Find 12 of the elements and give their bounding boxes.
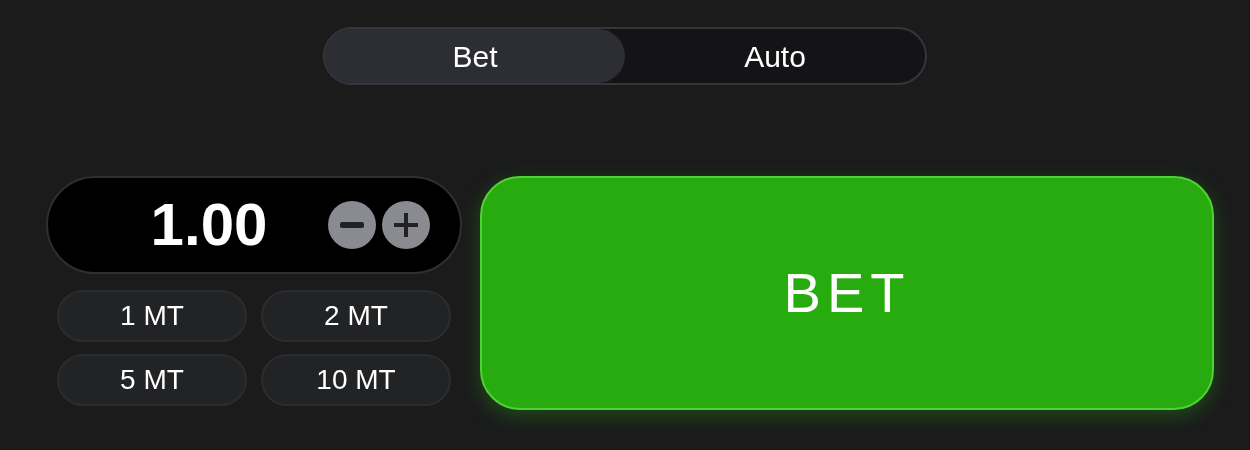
quick-amount-button[interactable]: 1 MT [57, 290, 247, 342]
minus-button[interactable] [328, 201, 376, 249]
quick-amount-button[interactable]: 2 MT [261, 290, 451, 342]
plus-icon [394, 213, 418, 237]
minus-icon [340, 222, 364, 228]
mode-tab[interactable]: Bet [325, 29, 625, 83]
amount-value: 1.00 [149, 195, 269, 255]
amount-field[interactable]: 1.00 [46, 176, 462, 274]
quick-amount-button[interactable]: 10 MT [261, 354, 451, 406]
plus-button[interactable] [382, 201, 430, 249]
mode-tab[interactable]: Auto [625, 29, 925, 83]
quick-amount-button[interactable]: 5 MT [57, 354, 247, 406]
